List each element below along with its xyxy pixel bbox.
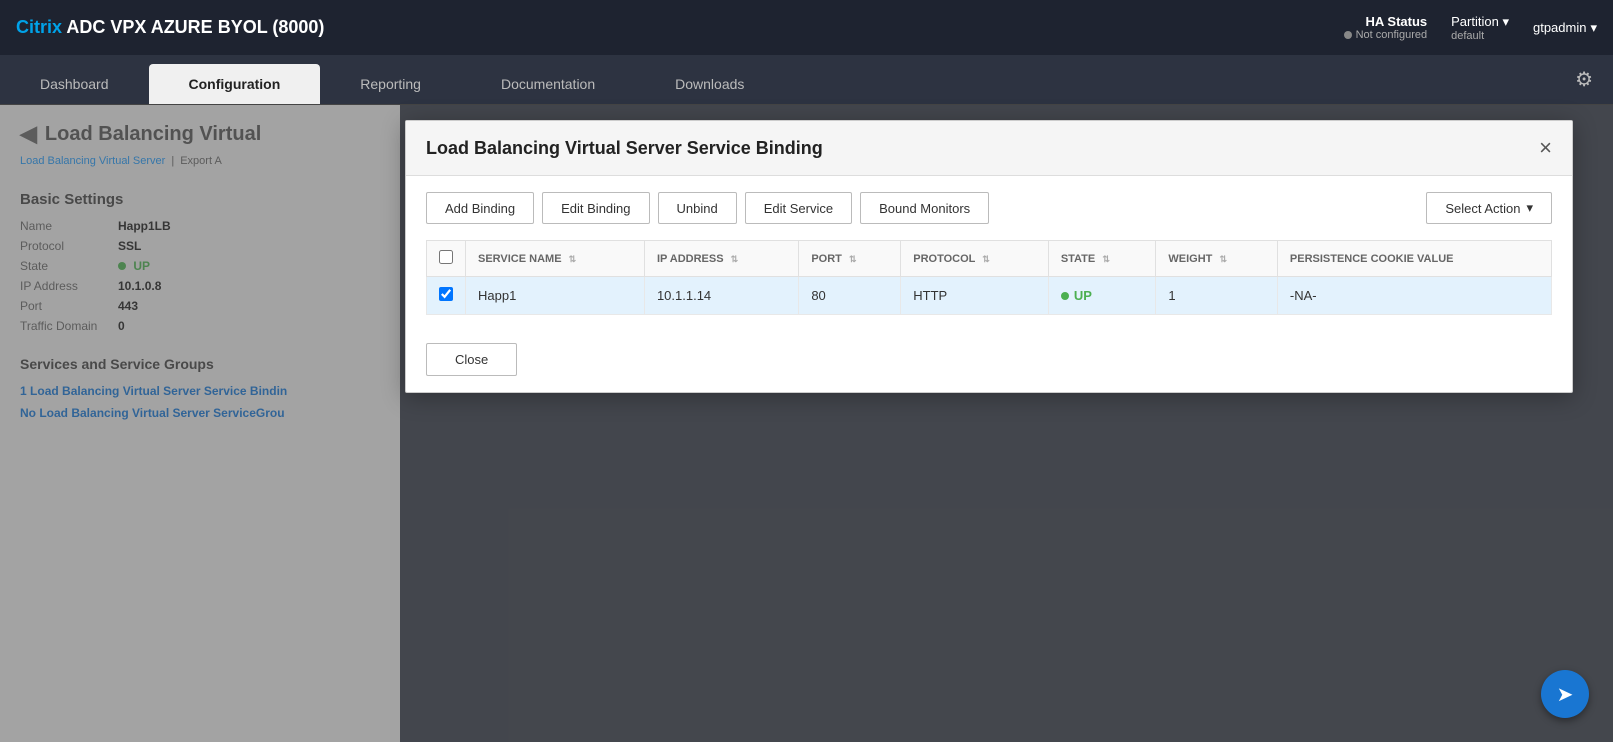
tab-configuration[interactable]: Configuration: [149, 64, 321, 104]
row-persistence-cookie: -NA-: [1277, 277, 1551, 315]
bindings-table: SERVICE NAME ⇅ IP ADDRESS ⇅ PORT ⇅ PROTO…: [426, 240, 1552, 315]
close-button[interactable]: Close: [426, 343, 517, 376]
row-state: UP: [1048, 277, 1156, 315]
sort-state-icon: ⇅: [1102, 254, 1110, 264]
user-menu[interactable]: gtpadmin ▾: [1533, 20, 1597, 36]
row-checkbox-cell: [427, 277, 466, 315]
tab-downloads[interactable]: Downloads: [635, 64, 784, 104]
main-nav: Dashboard Configuration Reporting Docume…: [0, 55, 1613, 105]
fab-button[interactable]: ➤: [1541, 670, 1589, 718]
select-all-checkbox[interactable]: [439, 250, 453, 264]
modal-close-button[interactable]: ×: [1539, 137, 1552, 159]
modal-body: Add Binding Edit Binding Unbind Edit Ser…: [406, 176, 1572, 331]
partition-value: default: [1451, 30, 1509, 42]
settings-icon[interactable]: ⚙: [1567, 59, 1601, 100]
row-ip-address: 10.1.1.14: [644, 277, 798, 315]
col-weight: WEIGHT ⇅: [1156, 241, 1277, 277]
topbar: Citrix ADC VPX AZURE BYOL (8000) HA Stat…: [0, 0, 1613, 55]
ha-status-label: HA Status: [1366, 14, 1428, 29]
col-service-name: SERVICE NAME ⇅: [466, 241, 645, 277]
edit-service-button[interactable]: Edit Service: [745, 192, 852, 224]
add-binding-button[interactable]: Add Binding: [426, 192, 534, 224]
tab-reporting[interactable]: Reporting: [320, 64, 461, 104]
sort-ip-icon: ⇅: [731, 254, 739, 264]
table-header-row: SERVICE NAME ⇅ IP ADDRESS ⇅ PORT ⇅ PROTO…: [427, 241, 1552, 277]
row-protocol: HTTP: [901, 277, 1049, 315]
row-weight: 1: [1156, 277, 1277, 315]
brand: Citrix ADC VPX AZURE BYOL (8000): [16, 17, 324, 38]
col-persistence-cookie: PERSISTENCE COOKIE VALUE: [1277, 241, 1551, 277]
modal-dialog: Load Balancing Virtual Server Service Bi…: [405, 120, 1573, 393]
state-value: UP: [1061, 288, 1144, 303]
chevron-down-icon: ▾: [1526, 200, 1533, 216]
sort-protocol-icon: ⇅: [982, 254, 990, 264]
topbar-right: HA Status Not configured Partition ▾ def…: [1344, 14, 1597, 42]
row-service-name: Happ1: [466, 277, 645, 315]
modal-title: Load Balancing Virtual Server Service Bi…: [426, 138, 823, 159]
col-port: PORT ⇅: [799, 241, 901, 277]
col-checkbox: [427, 241, 466, 277]
select-action-button[interactable]: Select Action ▾: [1426, 192, 1552, 224]
col-state: STATE ⇅: [1048, 241, 1156, 277]
col-protocol: PROTOCOL ⇅: [901, 241, 1049, 277]
modal-footer: Close: [406, 331, 1572, 392]
row-port: 80: [799, 277, 901, 315]
table-header: SERVICE NAME ⇅ IP ADDRESS ⇅ PORT ⇅ PROTO…: [427, 241, 1552, 277]
brand-citrix: Citrix: [16, 17, 66, 37]
col-ip-address: IP ADDRESS ⇅: [644, 241, 798, 277]
tab-documentation[interactable]: Documentation: [461, 64, 635, 104]
edit-binding-button[interactable]: Edit Binding: [542, 192, 649, 224]
tab-dashboard[interactable]: Dashboard: [0, 64, 149, 104]
sort-weight-icon: ⇅: [1219, 254, 1227, 264]
table-body: Happ1 10.1.1.14 80 HTTP UP 1 -NA-: [427, 277, 1552, 315]
ha-status-value: Not configured: [1344, 29, 1428, 41]
table-row: Happ1 10.1.1.14 80 HTTP UP 1 -NA-: [427, 277, 1552, 315]
modal-header: Load Balancing Virtual Server Service Bi…: [406, 121, 1572, 176]
partition: Partition ▾ default: [1451, 14, 1509, 42]
brand-name: ADC VPX AZURE BYOL (8000): [66, 17, 324, 37]
sort-port-icon: ⇅: [849, 254, 857, 264]
status-dot-icon: [1061, 292, 1069, 300]
partition-label: Partition ▾: [1451, 14, 1509, 30]
fab-icon: ➤: [1557, 682, 1574, 707]
ha-dot-icon: [1344, 31, 1352, 39]
bound-monitors-button[interactable]: Bound Monitors: [860, 192, 989, 224]
action-buttons: Add Binding Edit Binding Unbind Edit Ser…: [426, 192, 1552, 224]
ha-status: HA Status Not configured: [1344, 14, 1428, 41]
row-checkbox[interactable]: [439, 287, 453, 301]
sort-service-name-icon: ⇅: [569, 254, 577, 264]
unbind-button[interactable]: Unbind: [658, 192, 737, 224]
